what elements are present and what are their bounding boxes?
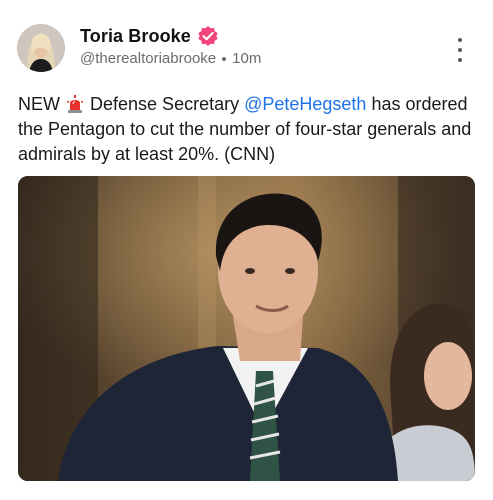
- author-name-row: Toria Brooke: [80, 25, 219, 47]
- post-text-prefix: NEW: [18, 94, 60, 114]
- more-options-button[interactable]: [448, 36, 472, 64]
- author-display-name[interactable]: Toria Brooke: [80, 26, 191, 47]
- mention-link[interactable]: @PeteHegseth: [244, 94, 366, 114]
- more-vertical-icon: [458, 38, 462, 42]
- post-card: Toria Brooke @therealtoriabrooke 10m NEW…: [0, 0, 493, 500]
- siren-emoji-icon: [67, 95, 84, 113]
- more-dot: [458, 58, 462, 62]
- separator-dot: [222, 56, 227, 61]
- author-avatar[interactable]: [17, 24, 65, 72]
- post-photo[interactable]: [18, 176, 475, 481]
- author-handle[interactable]: @therealtoriabrooke: [80, 50, 216, 67]
- author-meta-row: @therealtoriabrooke 10m: [80, 50, 261, 67]
- post-text-middle: Defense Secretary: [85, 94, 245, 114]
- verified-badge-icon: [197, 25, 219, 47]
- post-text: NEW Defense Secretary @PeteHegseth has o…: [18, 92, 474, 167]
- more-dot: [458, 48, 462, 52]
- photo-image: [18, 176, 475, 481]
- avatar-image: [17, 24, 65, 72]
- post-timestamp[interactable]: 10m: [232, 50, 261, 67]
